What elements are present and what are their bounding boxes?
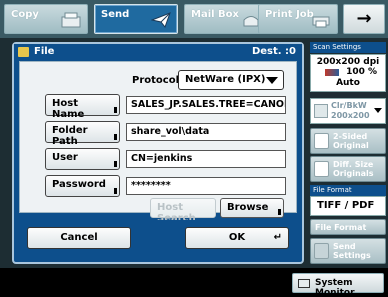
cancel-button[interactable]: Cancel [27,227,131,249]
diff-size-label: Diff. Size Originals [333,160,374,178]
dropdown-arrow-icon [266,77,278,84]
file-icon [18,47,29,57]
copy-icon [61,12,81,28]
user-button[interactable]: User [45,148,120,170]
zoom-row: 100 % [315,67,381,78]
corner-marker-icon [114,188,117,194]
destination-count: Dest. :0 [251,46,296,57]
dialog-footer: Cancel OK ↵ [19,220,297,256]
send-settings-button[interactable]: Send Settings [310,238,386,264]
corner-marker-icon [114,134,117,140]
protocol-label: Protocol: [132,75,184,86]
top-tab-bar: Copy Send Mail Box Print Job → [0,0,388,38]
density-icon [325,69,339,76]
host-search-button[interactable]: Host Search [150,198,216,224]
zoom-value: 100 % [346,67,377,77]
system-monitor-label: System Monitor [315,278,355,297]
tab-mail-box[interactable]: Mail Box [184,4,268,34]
host-name-field[interactable]: SALES_JP.SALES.TREE=CANON [126,96,286,114]
print-job-icon [312,16,330,28]
user-label: User [52,152,78,163]
monitor-icon [298,279,310,288]
send-settings-icon [314,243,329,259]
density-value: Auto [336,78,360,88]
diff-size-originals-button[interactable]: Diff. Size Originals [310,156,386,182]
corner-marker-icon [278,209,281,215]
file-format-label: File Format [315,223,367,232]
two-sided-label: 2-Sided Original [333,132,369,150]
password-button[interactable]: Password [45,175,120,197]
diff-size-icon [314,161,329,177]
host-name-label: Host Name [52,98,85,120]
folder-path-label: Folder Path [52,125,88,147]
send-settings-label: Send Settings [333,242,371,260]
color-mode-select[interactable]: Clr/BkW 200x200 [310,98,386,124]
dialog-body: Protocol: NetWare (IPX) Host Name SALES_… [19,61,297,224]
tab-print-job[interactable]: Print Job [258,4,338,34]
cancel-label: Cancel [60,232,98,243]
bottom-bar: System Monitor [0,268,388,297]
arrow-right-icon: → [356,8,372,29]
browse-button[interactable]: Browse [220,198,284,218]
ok-button[interactable]: OK ↵ [185,227,289,249]
ok-label: OK [228,232,246,243]
send-screen: Copy Send Mail Box Print Job → File Dest… [0,0,388,297]
tab-send[interactable]: Send [94,4,178,34]
scan-settings-panel: Scan Settings 200x200 dpi 100 % Auto Clr… [310,42,386,264]
tab-print-job-label: Print Job [265,9,314,20]
tab-send-label: Send [101,9,130,20]
file-format-title: File Format [310,185,386,196]
file-format-value: TIFF / PDF [310,196,386,216]
host-name-button[interactable]: Host Name [45,94,120,120]
next-arrow-button[interactable]: → [343,4,385,34]
password-label: Password [52,179,106,190]
user-field[interactable]: CN=jenkins [126,150,286,168]
protocol-select[interactable]: NetWare (IPX) [178,70,284,90]
two-sided-icon [314,133,329,149]
file-format-button[interactable]: File Format [310,219,386,235]
two-sided-original-button[interactable]: 2-Sided Original [310,128,386,154]
tab-copy-label: Copy [11,9,39,20]
scan-settings-title: Scan Settings [310,42,386,53]
protocol-value: NetWare (IPX) [185,74,266,85]
scan-settings-summary[interactable]: 200x200 dpi 100 % Auto [310,54,386,92]
dialog-title: File [34,46,55,57]
corner-marker-icon [114,107,117,113]
password-field[interactable]: ******** [126,177,286,195]
folder-path-field[interactable]: share_vol\data [126,123,286,141]
system-monitor-button[interactable]: System Monitor [292,273,384,297]
browse-label: Browse [227,202,269,213]
resolution-value: 200x200 dpi [316,57,380,67]
tab-mail-box-label: Mail Box [191,9,239,20]
corner-marker-icon [114,161,117,167]
tab-copy[interactable]: Copy [4,4,88,34]
enter-icon: ↵ [273,232,282,243]
folder-path-button[interactable]: Folder Path [45,121,120,147]
dialog-header: File Dest. :0 [14,44,302,60]
send-icon [151,12,171,29]
file-dialog: File Dest. :0 Protocol: NetWare (IPX) Ho… [12,42,304,264]
dropdown-arrow-icon [374,108,382,113]
color-mode-icon [314,104,328,118]
